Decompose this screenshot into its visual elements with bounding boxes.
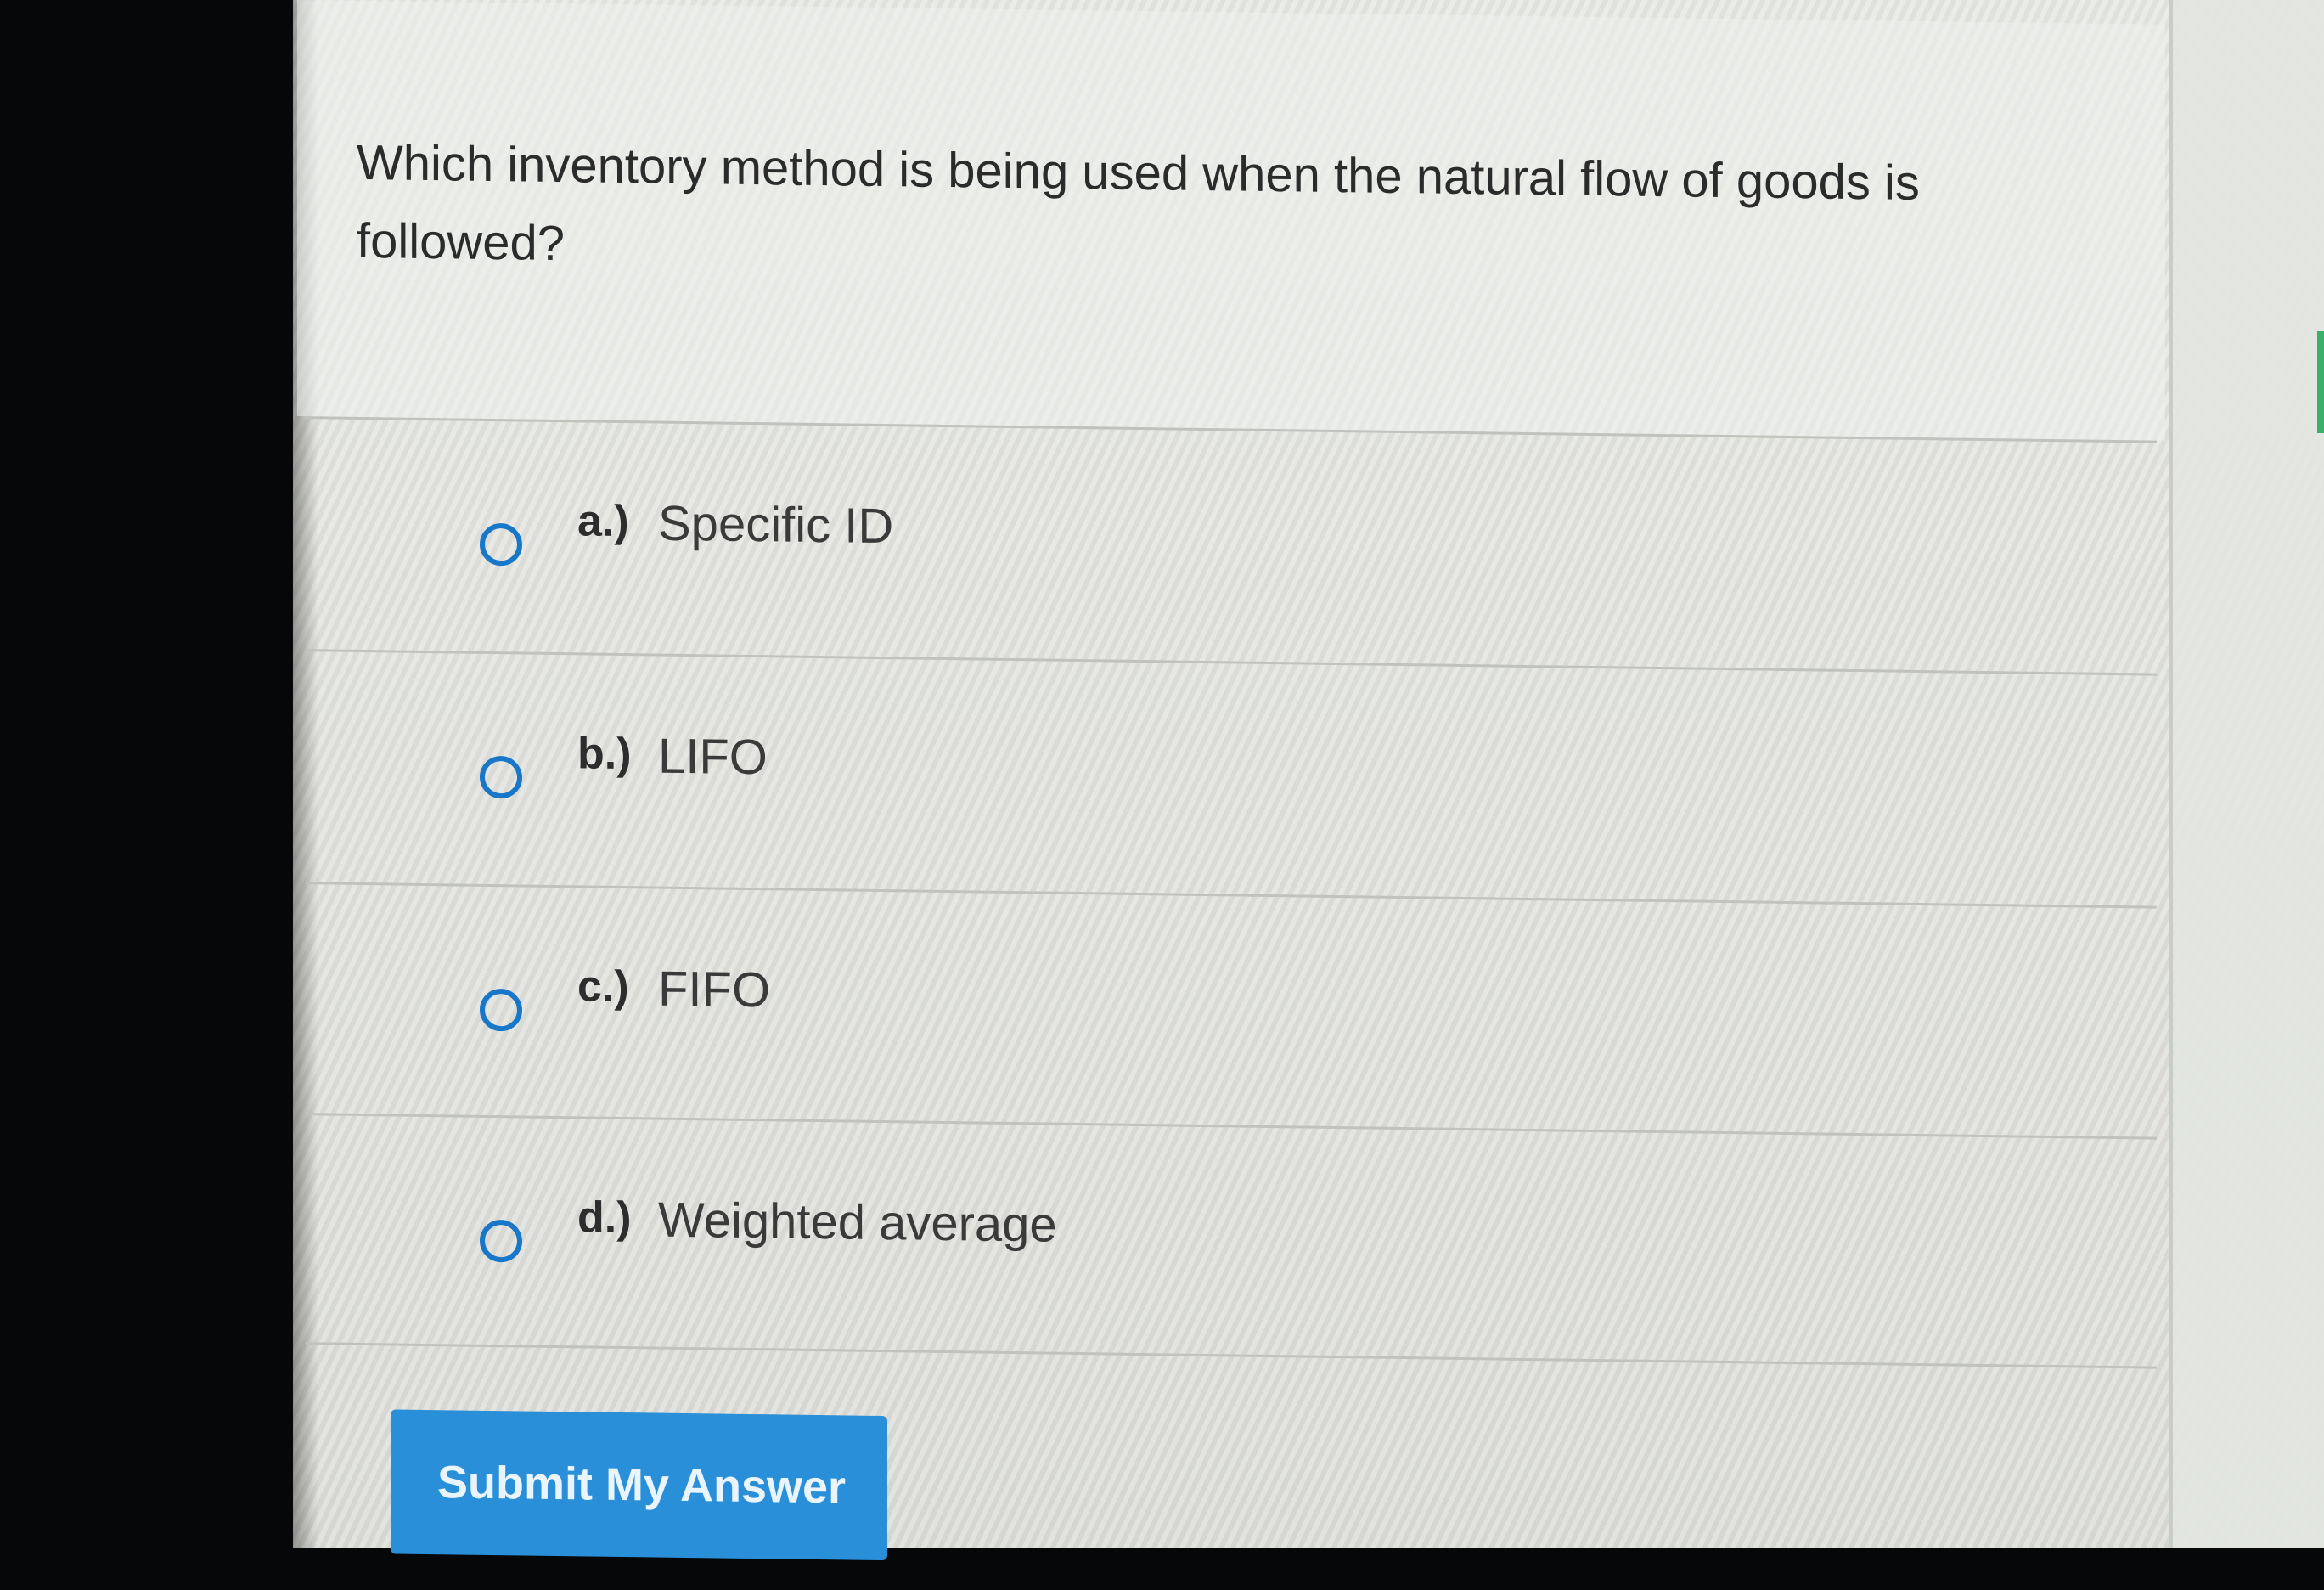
radio-button-c[interactable] (480, 988, 522, 1032)
option-label[interactable]: FIFO (658, 961, 770, 1019)
option-d[interactable]: d.) Weighted average (306, 1113, 2157, 1373)
option-c[interactable]: c.) FIFO (306, 882, 2157, 1142)
option-a[interactable]: a.) Specific ID (306, 416, 2157, 676)
option-label[interactable]: LIFO (658, 728, 768, 787)
radio-button-d[interactable] (480, 1219, 522, 1263)
submit-answer-button[interactable]: Submit My Answer (391, 1409, 887, 1561)
radio-button-a[interactable] (480, 522, 522, 567)
option-letter: c.) (577, 961, 629, 1012)
option-b[interactable]: b.) LIFO (306, 649, 2157, 909)
option-letter: a.) (577, 496, 629, 547)
question-text: Which inventory method is being used whe… (357, 134, 1920, 272)
green-indicator (2317, 331, 2324, 433)
right-side-panel (2173, 0, 2324, 1548)
option-letter: d.) (577, 1192, 632, 1243)
question-area: Which inventory method is being used whe… (297, 0, 2165, 441)
quiz-card: Which inventory method is being used whe… (297, 0, 2182, 1590)
option-label[interactable]: Weighted average (658, 1192, 1057, 1254)
option-label[interactable]: Specific ID (658, 495, 893, 555)
radio-button-b[interactable] (480, 755, 522, 799)
submit-area: Submit My Answer (306, 1342, 2157, 1590)
option-letter: b.) (577, 729, 632, 780)
